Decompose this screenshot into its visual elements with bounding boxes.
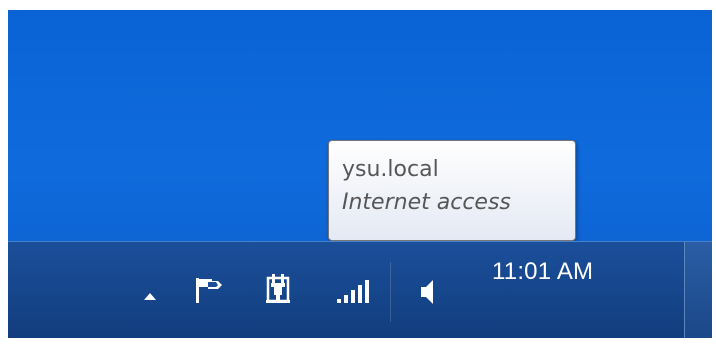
action-center-flag-icon[interactable] <box>192 275 226 305</box>
network-tooltip: ysu.local Internet access <box>328 140 576 241</box>
show-hidden-icons-chevron-icon[interactable] <box>142 290 158 302</box>
taskbar-clock[interactable]: 11:01 AM <box>492 258 593 286</box>
network-signal-icon[interactable] <box>334 276 374 306</box>
power-plug-icon[interactable] <box>263 273 293 307</box>
desktop-screen: ysu.local Internet access 11:01 AM <box>8 10 712 338</box>
taskbar: 11:01 AM <box>8 241 712 338</box>
volume-speaker-icon[interactable] <box>413 276 443 308</box>
tooltip-connection-status: Internet access <box>342 190 511 215</box>
tray-separator <box>390 262 391 322</box>
show-desktop-button[interactable] <box>684 242 712 338</box>
tooltip-network-name: ysu.local <box>342 157 439 182</box>
